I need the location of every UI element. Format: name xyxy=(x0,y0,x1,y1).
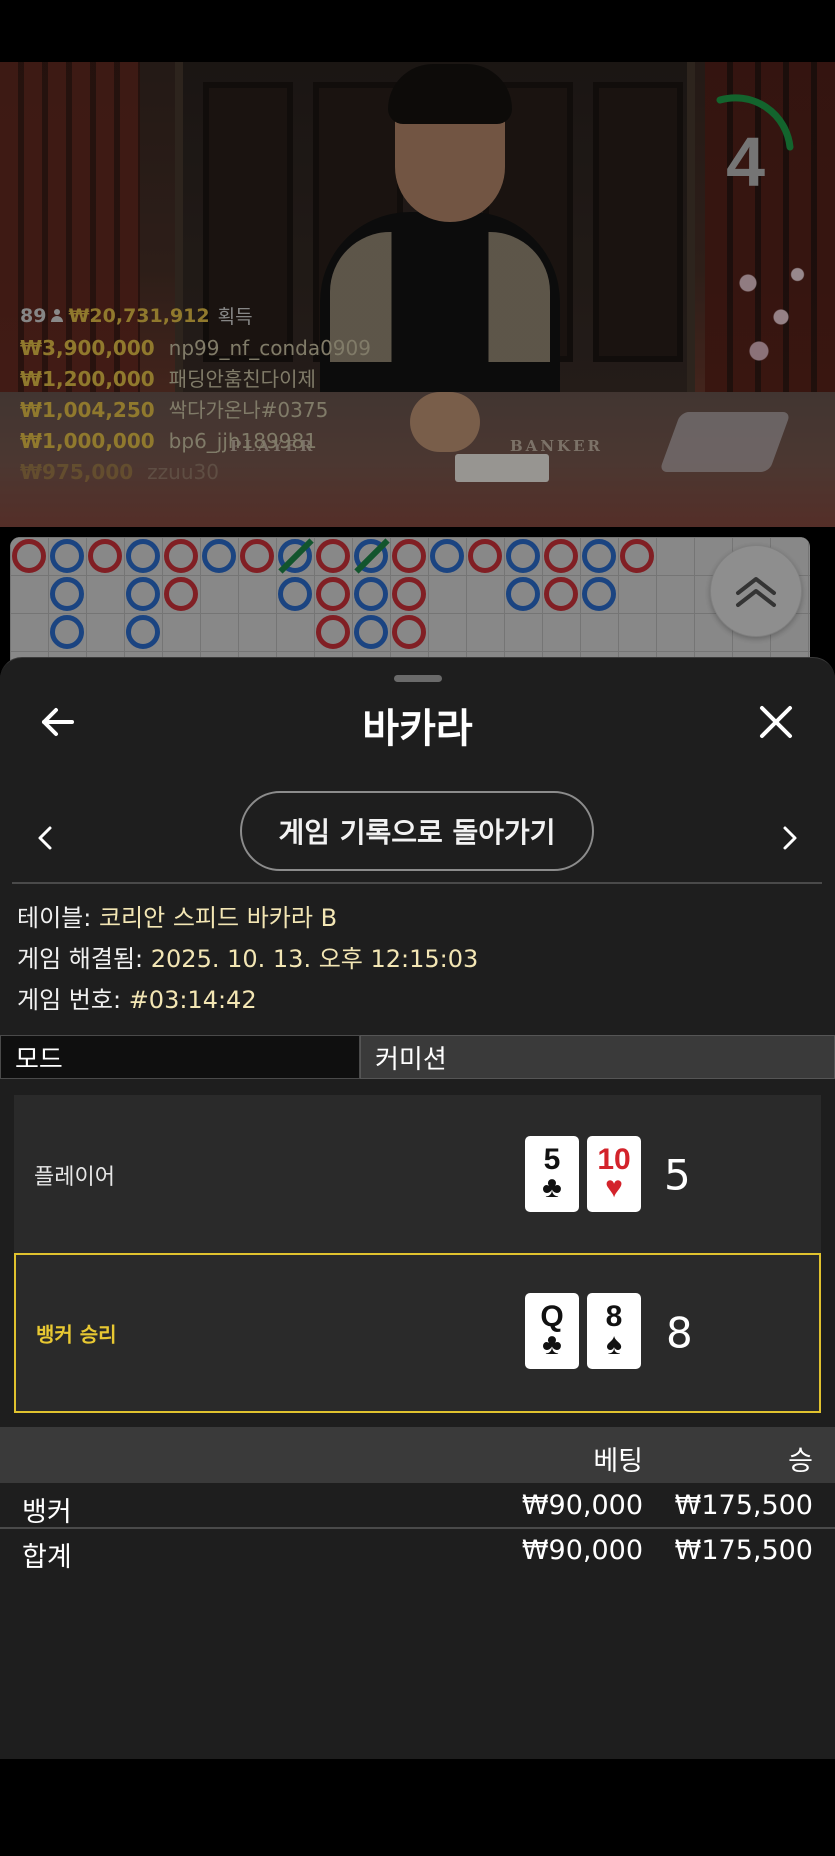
win-amount: ₩175,500 xyxy=(674,1490,813,1521)
modal-overlay xyxy=(0,62,835,682)
divider xyxy=(12,882,822,884)
next-game-icon[interactable] xyxy=(775,818,805,858)
tab-bar: 모드 커미션 xyxy=(0,1035,835,1079)
info-table: 테이블: 코리안 스피드 바카라 B xyxy=(17,898,478,939)
player-hand-row: 플레이어 5 ♣ 10 ♥ 5 xyxy=(14,1095,821,1255)
info-table-value: 코리안 스피드 바카라 B xyxy=(98,904,338,932)
playing-card: 10 ♥ xyxy=(587,1136,641,1212)
playing-card: 8 ♠ xyxy=(587,1293,641,1369)
info-number: 게임 번호: #03:14:42 xyxy=(17,980,478,1021)
info-number-label: 게임 번호: xyxy=(17,986,122,1014)
bet-column-header: 베팅 xyxy=(593,1446,643,1477)
total-bet-amount: ₩90,000 xyxy=(521,1535,643,1566)
banker-score: 8 xyxy=(666,1308,693,1358)
bets-table-header: 베팅 승 xyxy=(0,1427,835,1483)
player-hand-label: 플레이어 xyxy=(34,1165,115,1190)
info-table-label: 테이블: xyxy=(17,904,92,932)
card-suit: ♠ xyxy=(606,1328,622,1361)
bet-amount: ₩90,000 xyxy=(521,1490,643,1521)
hands-panel: 플레이어 5 ♣ 10 ♥ 5 뱅커 승리 Q ♣ 8 ♠ 8 xyxy=(14,1095,821,1413)
tab-mode[interactable]: 모드 xyxy=(0,1035,360,1079)
info-resolved-label: 게임 해결됨: xyxy=(17,945,144,973)
banker-hand-label: 뱅커 승리 xyxy=(36,1322,117,1347)
card-suit: ♣ xyxy=(542,1171,562,1204)
total-label: 합계 xyxy=(22,1542,72,1573)
info-resolved: 게임 해결됨: 2025. 10. 13. 오후 12:15:03 xyxy=(17,939,478,980)
banker-hand-row: 뱅커 승리 Q ♣ 8 ♠ 8 xyxy=(14,1253,821,1413)
sheet-drag-handle[interactable] xyxy=(394,675,442,682)
total-win-amount: ₩175,500 xyxy=(674,1535,813,1566)
playing-card: Q ♣ xyxy=(525,1293,579,1369)
back-to-history-button[interactable]: 게임 기록으로 돌아가기 xyxy=(240,791,594,871)
tab-commission[interactable]: 커미션 xyxy=(360,1035,835,1079)
info-resolved-value: 2025. 10. 13. 오후 12:15:03 xyxy=(150,945,479,973)
game-info: 테이블: 코리안 스피드 바카라 B 게임 해결됨: 2025. 10. 13.… xyxy=(17,898,478,1021)
player-score: 5 xyxy=(664,1150,691,1200)
game-detail-sheet: 바카라 게임 기록으로 돌아가기 테이블: 코리안 스피드 바카라 B 게임 해… xyxy=(0,657,835,1759)
table-row: 뱅커 ₩90,000 ₩175,500 xyxy=(0,1484,835,1528)
card-suit: ♣ xyxy=(542,1328,562,1361)
info-number-value: #03:14:42 xyxy=(128,986,257,1014)
card-suit: ♥ xyxy=(605,1171,623,1204)
previous-game-icon[interactable] xyxy=(30,818,60,858)
bet-label: 뱅커 xyxy=(22,1497,72,1528)
sheet-title: 바카라 xyxy=(362,706,473,752)
table-row-total: 합계 ₩90,000 ₩175,500 xyxy=(0,1529,835,1573)
playing-card: 5 ♣ xyxy=(525,1136,579,1212)
win-column-header: 승 xyxy=(788,1446,813,1477)
close-icon[interactable] xyxy=(756,702,796,742)
